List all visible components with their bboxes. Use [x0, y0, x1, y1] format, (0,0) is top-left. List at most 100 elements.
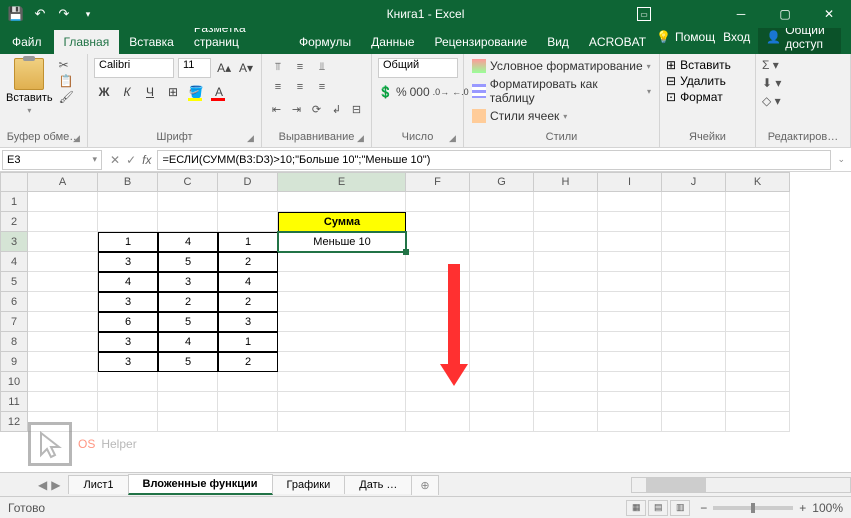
name-box[interactable]: E3: [2, 150, 102, 170]
help-button[interactable]: 💡Помощ: [656, 30, 715, 44]
cell-F4[interactable]: [406, 252, 470, 272]
col-header-I[interactable]: I: [598, 172, 662, 192]
cell-K11[interactable]: [726, 392, 790, 412]
col-header-C[interactable]: C: [158, 172, 218, 192]
cell-C9[interactable]: 5: [158, 352, 218, 372]
cell-G11[interactable]: [470, 392, 534, 412]
add-sheet-button[interactable]: ⊕: [411, 475, 438, 495]
cell-A2[interactable]: [28, 212, 98, 232]
paste-icon[interactable]: [14, 58, 44, 90]
cell-E11[interactable]: [278, 392, 406, 412]
cell-F10[interactable]: [406, 372, 470, 392]
cell-grid[interactable]: Сумма141Меньше 10352434322653341352: [28, 192, 790, 432]
autosum-icon[interactable]: Σ ▾: [762, 58, 844, 72]
cell-A9[interactable]: [28, 352, 98, 372]
cell-D11[interactable]: [218, 392, 278, 412]
row-header-4[interactable]: 4: [0, 252, 28, 272]
zoom-out-button[interactable]: −: [700, 501, 707, 515]
cell-A7[interactable]: [28, 312, 98, 332]
cell-E10[interactable]: [278, 372, 406, 392]
cell-D10[interactable]: [218, 372, 278, 392]
cell-E6[interactable]: [278, 292, 406, 312]
cell-J3[interactable]: [662, 232, 726, 252]
fill-icon[interactable]: ⬇ ▾: [762, 76, 844, 90]
cell-I1[interactable]: [598, 192, 662, 212]
zoom-in-button[interactable]: +: [799, 501, 806, 515]
col-header-E[interactable]: E: [278, 172, 406, 192]
cell-H2[interactable]: [534, 212, 598, 232]
comma-icon[interactable]: 000: [410, 82, 430, 102]
cell-I12[interactable]: [598, 412, 662, 432]
cell-C2[interactable]: [158, 212, 218, 232]
cell-J6[interactable]: [662, 292, 726, 312]
cell-F11[interactable]: [406, 392, 470, 412]
cell-E9[interactable]: [278, 352, 406, 372]
cell-A6[interactable]: [28, 292, 98, 312]
cell-K3[interactable]: [726, 232, 790, 252]
login-button[interactable]: Вход: [723, 30, 750, 44]
row-header-8[interactable]: 8: [0, 332, 28, 352]
row-header-3[interactable]: 3: [0, 232, 28, 252]
currency-icon[interactable]: 💲: [378, 82, 393, 102]
cell-I11[interactable]: [598, 392, 662, 412]
cell-K9[interactable]: [726, 352, 790, 372]
wrap-text-icon[interactable]: ↲: [328, 100, 345, 118]
cell-J9[interactable]: [662, 352, 726, 372]
merge-icon[interactable]: ⊟: [348, 100, 365, 118]
sheet-nav-prev-icon[interactable]: ◀: [38, 478, 47, 492]
expand-formula-icon[interactable]: ⌄: [831, 154, 851, 165]
col-header-B[interactable]: B: [98, 172, 158, 192]
cell-D4[interactable]: 2: [218, 252, 278, 272]
col-header-F[interactable]: F: [406, 172, 470, 192]
select-all-corner[interactable]: [0, 172, 28, 192]
cell-H4[interactable]: [534, 252, 598, 272]
save-icon[interactable]: 💾: [8, 6, 24, 22]
col-header-A[interactable]: A: [28, 172, 98, 192]
paste-dropdown-icon[interactable]: ▾: [27, 106, 31, 115]
format-as-table-button[interactable]: Форматировать как таблицу▾: [470, 76, 653, 106]
decrease-indent-icon[interactable]: ⇤: [268, 100, 285, 118]
cell-G4[interactable]: [470, 252, 534, 272]
cell-A4[interactable]: [28, 252, 98, 272]
orientation-icon[interactable]: ⟳: [308, 100, 325, 118]
cell-H3[interactable]: [534, 232, 598, 252]
cell-E5[interactable]: [278, 272, 406, 292]
sheet-nav-next-icon[interactable]: ▶: [51, 478, 60, 492]
tab-review[interactable]: Рецензирование: [425, 30, 538, 54]
tab-insert[interactable]: Вставка: [119, 30, 184, 54]
cell-A3[interactable]: [28, 232, 98, 252]
cell-B7[interactable]: 6: [98, 312, 158, 332]
tab-acrobat[interactable]: ACROBAT: [579, 30, 656, 54]
tab-view[interactable]: Вид: [537, 30, 579, 54]
cell-J7[interactable]: [662, 312, 726, 332]
cell-K1[interactable]: [726, 192, 790, 212]
cell-H7[interactable]: [534, 312, 598, 332]
delete-cells-button[interactable]: ⊟Удалить: [666, 74, 749, 88]
cell-K6[interactable]: [726, 292, 790, 312]
cell-D5[interactable]: 4: [218, 272, 278, 292]
cell-C7[interactable]: 5: [158, 312, 218, 332]
cell-A12[interactable]: [28, 412, 98, 432]
cell-F1[interactable]: [406, 192, 470, 212]
cell-D8[interactable]: 1: [218, 332, 278, 352]
align-top-icon[interactable]: ⫪: [268, 58, 288, 76]
cell-B11[interactable]: [98, 392, 158, 412]
cell-D1[interactable]: [218, 192, 278, 212]
cell-J12[interactable]: [662, 412, 726, 432]
cell-K7[interactable]: [726, 312, 790, 332]
cell-G7[interactable]: [470, 312, 534, 332]
underline-button[interactable]: Ч: [140, 82, 160, 102]
close-button[interactable]: ✕: [807, 0, 851, 28]
cell-H9[interactable]: [534, 352, 598, 372]
cell-C4[interactable]: 5: [158, 252, 218, 272]
increase-decimal-icon[interactable]: .0→: [433, 82, 450, 102]
format-cells-button[interactable]: ⊡Формат: [666, 90, 749, 104]
row-header-5[interactable]: 5: [0, 272, 28, 292]
cell-B3[interactable]: 1: [98, 232, 158, 252]
cell-C8[interactable]: 4: [158, 332, 218, 352]
cell-A10[interactable]: [28, 372, 98, 392]
clipboard-launcher-icon[interactable]: ◢: [73, 133, 85, 145]
cell-I7[interactable]: [598, 312, 662, 332]
cell-F12[interactable]: [406, 412, 470, 432]
tab-data[interactable]: Данные: [361, 30, 424, 54]
